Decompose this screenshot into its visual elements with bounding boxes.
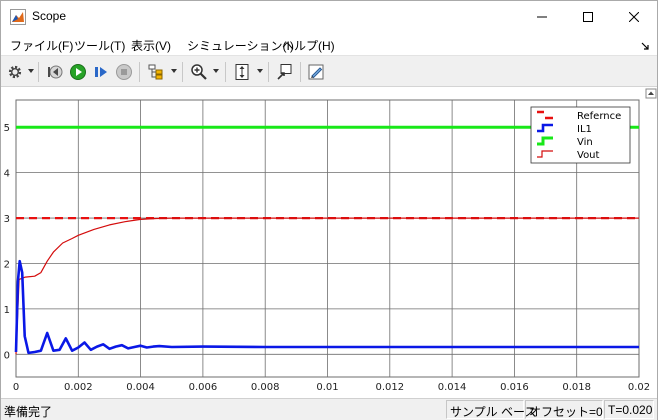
settings-button[interactable] — [5, 62, 25, 82]
pencil-icon — [308, 64, 324, 80]
x-tick-label: 0.012 — [375, 382, 404, 393]
scope-window: Scope ファイル(F) ツール(T) 表示(V) シミュレーション(I) ヘ… — [0, 0, 658, 420]
zoom-dropdown-icon[interactable] — [213, 69, 219, 73]
maximize-icon — [583, 12, 593, 22]
x-tick-label: 0.01 — [316, 382, 338, 393]
menu-help[interactable]: ヘルプ(H) — [282, 37, 335, 54]
toolbar-separator — [300, 62, 301, 82]
legend[interactable]: Refernce IL1 Vin Vout — [530, 106, 631, 164]
close-icon — [629, 12, 639, 22]
time-indicator: T=0.020 — [604, 400, 654, 419]
step-back-icon — [48, 65, 63, 79]
gear-icon — [8, 65, 22, 79]
status-message: 準備完了 — [4, 405, 53, 419]
x-tick-label: 0.014 — [438, 382, 467, 393]
signal-selector-button[interactable] — [146, 62, 166, 82]
menu-view[interactable]: 表示(V) — [131, 37, 171, 54]
signal-dropdown-icon[interactable] — [171, 69, 177, 73]
scale-dropdown-icon[interactable] — [257, 69, 263, 73]
edit-properties-button[interactable] — [306, 62, 326, 82]
minimize-icon — [537, 16, 547, 18]
status-bar: 準備完了 サンプル ベース オフセット=0 T=0.020 — [1, 398, 657, 420]
zoom-in-icon — [191, 64, 207, 80]
menu-expand-arrow-icon[interactable] — [641, 39, 649, 53]
y-tick-label: 3 — [4, 214, 10, 225]
sample-base-indicator: サンプル ベース — [446, 400, 536, 419]
y-tick-label: 5 — [4, 123, 10, 134]
scope-display[interactable]: 0 0.002 0.004 0.006 0.008 0.01 0.012 0.014 0.016… — [1, 87, 657, 398]
scope-plot[interactable]: 0 0.002 0.004 0.006 0.008 0.01 0.012 0.014 0.016… — [1, 87, 657, 398]
signal-hierarchy-icon — [148, 64, 163, 80]
legend-label-il1: IL1 — [577, 124, 592, 135]
menu-tools[interactable]: ツール(T) — [74, 37, 125, 54]
window-title: Scope — [32, 9, 67, 23]
menu-simulation[interactable]: シミュレーション(I) — [187, 37, 294, 54]
y-tick-label: 0 — [4, 350, 10, 361]
play-icon — [70, 64, 86, 80]
x-tick-label: 0.008 — [251, 382, 280, 393]
minimize-button[interactable] — [519, 1, 565, 33]
scale-axes-icon — [235, 64, 249, 80]
legend-label-refernce: Refernce — [577, 111, 621, 122]
stop-button[interactable] — [114, 62, 134, 82]
x-tick-label: 0.018 — [562, 382, 591, 393]
y-tick-label: 4 — [4, 169, 10, 180]
offset-indicator: オフセット=0 — [525, 400, 603, 419]
matlab-icon — [10, 9, 26, 25]
toolbar-separator — [225, 62, 226, 82]
step-forward-icon — [95, 67, 107, 77]
step-back-button[interactable] — [45, 62, 65, 82]
maximize-button[interactable] — [565, 1, 611, 33]
run-button[interactable] — [68, 62, 88, 82]
x-tick-label: 0.002 — [64, 382, 93, 393]
y-tick-label: 2 — [4, 259, 10, 270]
zoom-button[interactable] — [189, 62, 209, 82]
legend-label-vin: Vin — [577, 137, 593, 148]
y-tick-label: 1 — [4, 305, 10, 316]
legend-label-vout: Vout — [577, 150, 600, 161]
x-tick-label: 0.004 — [126, 382, 155, 393]
highlight-block-button[interactable] — [275, 62, 295, 82]
toolbar-separator — [182, 62, 183, 82]
x-tick-label: 0.006 — [189, 382, 218, 393]
toolbar-separator — [38, 62, 39, 82]
close-button[interactable] — [611, 1, 657, 33]
toolbar-separator — [268, 62, 269, 82]
x-tick-label: 0 — [13, 382, 19, 393]
menu-bar: ファイル(F) ツール(T) 表示(V) シミュレーション(I) ヘルプ(H) — [1, 33, 657, 55]
scale-axes-button[interactable] — [232, 62, 252, 82]
x-tick-label: 0.016 — [500, 382, 529, 393]
x-tick-label: 0.02 — [628, 382, 650, 393]
stop-icon — [116, 64, 132, 80]
settings-dropdown-icon[interactable] — [28, 69, 34, 73]
toolbar — [1, 55, 657, 87]
highlight-block-icon — [277, 64, 292, 80]
menu-file[interactable]: ファイル(F) — [10, 37, 73, 54]
title-bar[interactable]: Scope — [1, 1, 657, 33]
toolbar-separator — [139, 62, 140, 82]
step-forward-button[interactable] — [91, 62, 111, 82]
